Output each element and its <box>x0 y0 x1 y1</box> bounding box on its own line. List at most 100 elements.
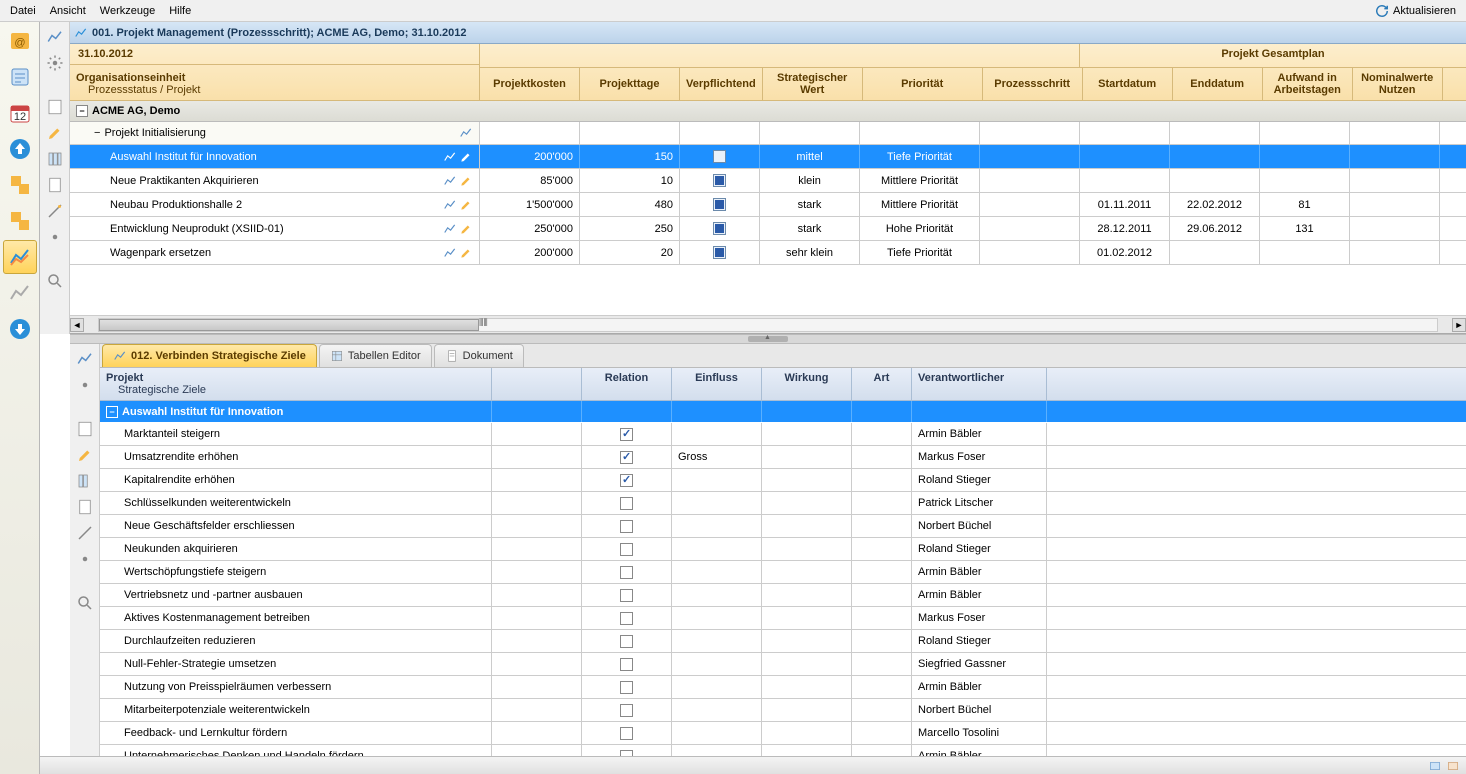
checkbox[interactable] <box>620 727 633 740</box>
tool-chart[interactable] <box>44 26 66 48</box>
tool-settings[interactable] <box>44 52 66 74</box>
bottom-row[interactable]: Vertriebsnetz und -partner ausbauen Armi… <box>100 584 1466 607</box>
btool-cols[interactable] <box>74 470 96 492</box>
btool-sheet[interactable] <box>74 418 96 440</box>
chart-icon[interactable] <box>443 150 457 164</box>
tool-sheet[interactable] <box>44 96 66 118</box>
checkbox[interactable] <box>713 246 726 259</box>
bhdr-wirk[interactable]: Wirkung <box>762 368 852 400</box>
bottom-row[interactable]: Wertschöpfungstiefe steigern Armin Bäble… <box>100 561 1466 584</box>
edit-icon[interactable] <box>459 198 473 212</box>
data-row[interactable]: Auswahl Institut für Innovation 200'000 … <box>70 145 1466 169</box>
menu-ansicht[interactable]: Ansicht <box>44 3 92 19</box>
bottom-row[interactable]: Unternehmerisches Denken und Handeln för… <box>100 745 1466 756</box>
checkbox[interactable] <box>620 589 633 602</box>
btool-edit[interactable] <box>74 444 96 466</box>
btool-magic[interactable] <box>74 522 96 544</box>
bottom-row[interactable]: Umsatzrendite erhöhen Gross Markus Foser <box>100 446 1466 469</box>
bottom-row[interactable]: Null-Fehler-Strategie umsetzen Siegfried… <box>100 653 1466 676</box>
bottom-row[interactable]: Durchlaufzeiten reduzieren Roland Stiege… <box>100 630 1466 653</box>
sidebar-up[interactable] <box>3 132 37 166</box>
tool-edit[interactable] <box>44 122 66 144</box>
tool-gear2[interactable] <box>44 226 66 248</box>
sidebar-tasks[interactable] <box>3 60 37 94</box>
bhdr-rel[interactable]: Relation <box>582 368 672 400</box>
bottom-row[interactable]: Neukunden akquirieren Roland Stieger <box>100 538 1466 561</box>
menu-werkzeuge[interactable]: Werkzeuge <box>94 3 161 19</box>
bottom-row[interactable]: Kapitalrendite erhöhen Roland Stieger <box>100 469 1466 492</box>
bhdr-einfluss[interactable]: Einfluss <box>672 368 762 400</box>
checkbox[interactable] <box>620 566 633 579</box>
checkbox[interactable] <box>713 222 726 235</box>
chart-icon[interactable] <box>443 174 457 188</box>
sidebar-calendar[interactable]: 12 <box>3 96 37 130</box>
checkbox[interactable] <box>620 658 633 671</box>
edit-icon[interactable] <box>459 222 473 236</box>
sidebar-chart[interactable] <box>3 240 37 274</box>
btool-chart[interactable] <box>74 348 96 370</box>
tab-1[interactable]: Tabellen Editor <box>319 344 432 367</box>
sidebar-chart2[interactable] <box>3 276 37 310</box>
checkbox[interactable] <box>620 520 633 533</box>
tool-columns[interactable] <box>44 148 66 170</box>
sidebar-windows2[interactable] <box>3 204 37 238</box>
checkbox[interactable] <box>713 174 726 187</box>
menu-hilfe[interactable]: Hilfe <box>163 3 197 19</box>
checkbox[interactable] <box>620 543 633 556</box>
top-hscroll[interactable]: ◄ ⦀⦀ ► <box>70 315 1466 333</box>
refresh-button[interactable]: Aktualisieren <box>1369 2 1462 20</box>
data-row[interactable]: Neubau Produktionshalle 2 1'500'000 480 … <box>70 193 1466 217</box>
checkbox[interactable] <box>620 428 633 441</box>
hdr-verpfl[interactable]: Verpflichtend <box>680 68 763 100</box>
hdr-aufwand[interactable]: Aufwand in Arbeitstagen <box>1263 68 1353 100</box>
hdr-end[interactable]: Enddatum <box>1173 68 1263 100</box>
sidebar-down[interactable] <box>3 312 37 346</box>
checkbox[interactable] <box>620 474 633 487</box>
expander-icon[interactable]: − <box>76 105 88 117</box>
checkbox[interactable] <box>620 704 633 717</box>
bottom-row[interactable]: Neue Geschäftsfelder erschliessen Norber… <box>100 515 1466 538</box>
tool-search[interactable] <box>44 270 66 292</box>
tool-magic[interactable] <box>44 200 66 222</box>
menu-datei[interactable]: Datei <box>4 3 42 19</box>
hdr-tage[interactable]: Projekttage <box>580 68 680 100</box>
data-row[interactable]: Wagenpark ersetzen 200'000 20 sehr klein… <box>70 241 1466 265</box>
btool-doc[interactable] <box>74 496 96 518</box>
bottom-row[interactable]: Schlüsselkunden weiterentwickeln Patrick… <box>100 492 1466 515</box>
bottom-row[interactable]: Nutzung von Preisspielräumen verbessern … <box>100 676 1466 699</box>
checkbox[interactable] <box>620 612 633 625</box>
tab-0[interactable]: 012. Verbinden Strategische Ziele <box>102 344 317 367</box>
checkbox[interactable] <box>620 750 633 757</box>
checkbox[interactable] <box>620 635 633 648</box>
bottom-group[interactable]: −Auswahl Institut für Innovation <box>100 401 1466 423</box>
bottom-row[interactable]: Mitarbeiterpotenziale weiterentwickeln N… <box>100 699 1466 722</box>
bhdr-ver[interactable]: Verantwortlicher <box>912 368 1047 400</box>
hdr-kosten[interactable]: Projektkosten <box>480 68 580 100</box>
hdr-nutzen[interactable]: Nominalwerte Nutzen <box>1353 68 1443 100</box>
btool-gear[interactable] <box>74 548 96 570</box>
sidebar-windows[interactable] <box>3 168 37 202</box>
bottom-row[interactable]: Marktanteil steigern Armin Bäbler <box>100 423 1466 446</box>
group-row[interactable]: −ACME AG, Demo <box>70 101 1466 122</box>
checkbox[interactable] <box>620 681 633 694</box>
hdr-wert[interactable]: Strategischer Wert <box>763 68 863 100</box>
checkbox[interactable] <box>713 150 726 163</box>
bhdr-art[interactable]: Art <box>852 368 912 400</box>
checkbox[interactable] <box>620 497 633 510</box>
hdr-schritt[interactable]: Prozessschritt <box>983 68 1083 100</box>
chart-icon[interactable] <box>443 198 457 212</box>
bottom-row[interactable]: Feedback- und Lernkultur fördern Marcell… <box>100 722 1466 745</box>
hdr-start[interactable]: Startdatum <box>1083 68 1173 100</box>
splitter[interactable] <box>70 334 1466 344</box>
edit-icon[interactable] <box>459 174 473 188</box>
bottom-row[interactable]: Aktives Kostenmanagement betreiben Marku… <box>100 607 1466 630</box>
checkbox[interactable] <box>713 198 726 211</box>
expander-icon[interactable]: − <box>106 406 118 418</box>
subgroup-row[interactable]: −Projekt Initialisierung <box>70 122 1466 145</box>
edit-icon[interactable] <box>459 246 473 260</box>
tool-doc[interactable] <box>44 174 66 196</box>
sidebar-contacts[interactable]: @ <box>3 24 37 58</box>
tab-2[interactable]: Dokument <box>434 344 524 367</box>
checkbox[interactable] <box>620 451 633 464</box>
data-row[interactable]: Entwicklung Neuprodukt (XSIID-01) 250'00… <box>70 217 1466 241</box>
